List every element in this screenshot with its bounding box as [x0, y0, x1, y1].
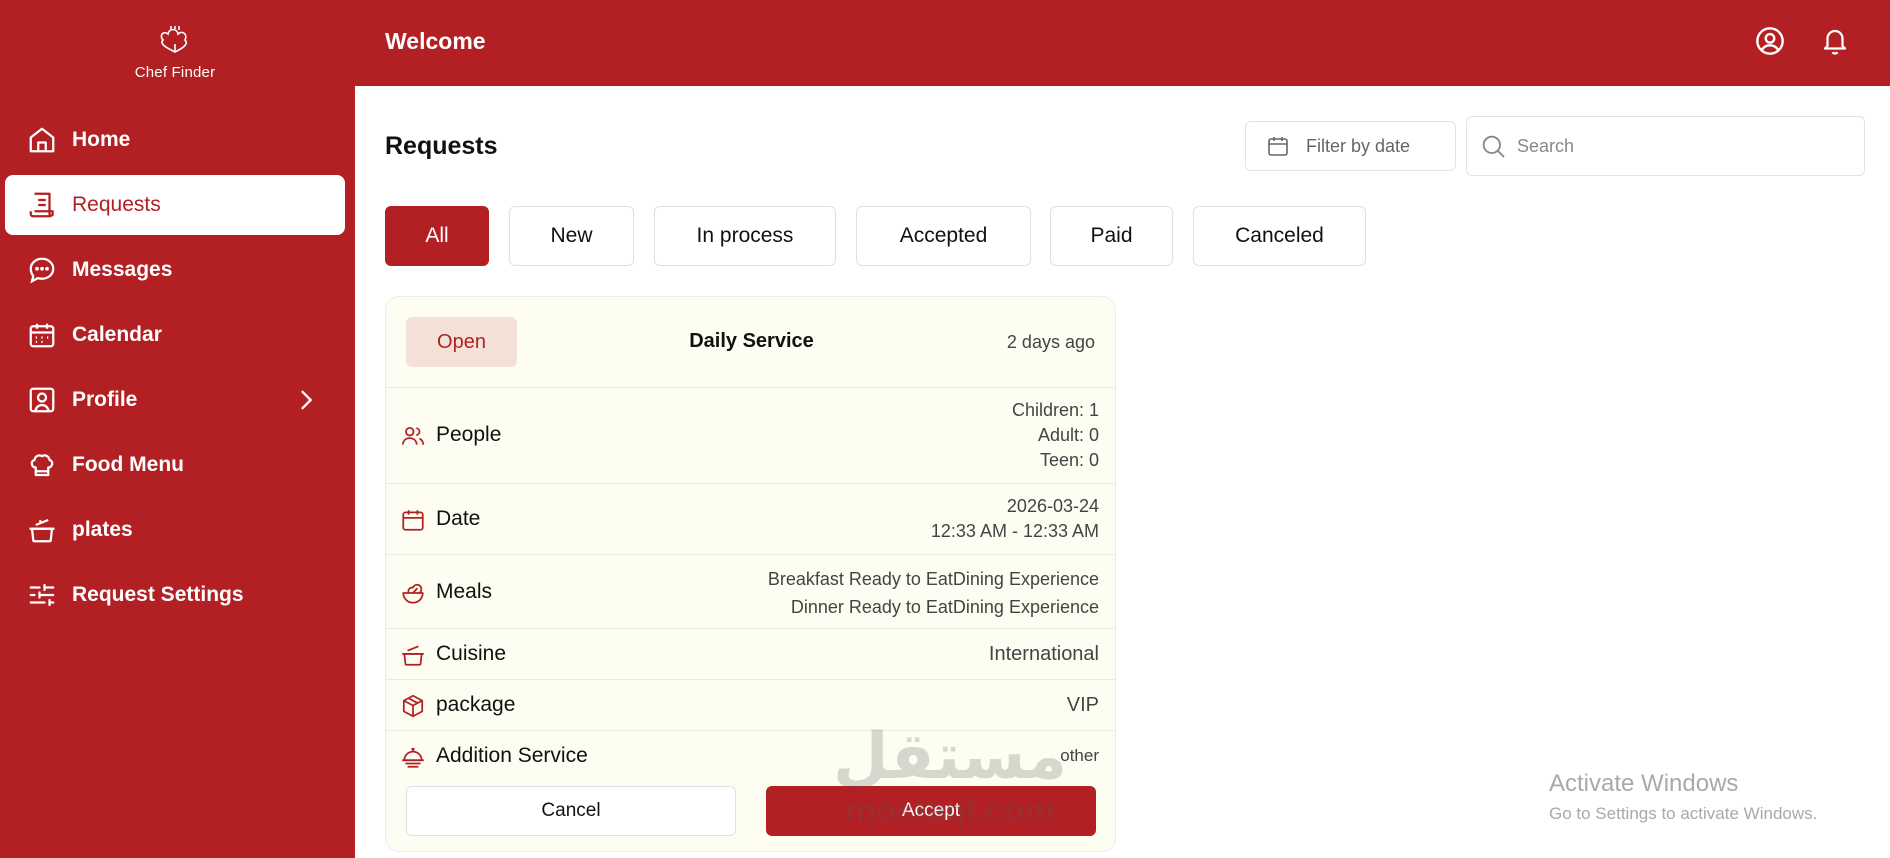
chevron-right-icon[interactable] [292, 386, 320, 414]
search-box [1466, 116, 1865, 176]
filter-by-date-button[interactable]: Filter by date [1245, 121, 1456, 171]
request-time-ago: 2 days ago [1006, 332, 1095, 352]
chef-hat-icon [26, 449, 58, 481]
row-values: other [1060, 743, 1099, 768]
row-value: Dinner Ready to EatDining Experience [790, 597, 1099, 617]
row-values: Breakfast Ready to EatDining Experience … [768, 565, 1099, 621]
sidebar-item-request-settings[interactable]: Request Settings [5, 565, 345, 625]
sidebar-item-calendar[interactable]: Calendar [5, 305, 345, 365]
sidebar: Chef Finder Home Requests Messages Calen… [0, 0, 355, 858]
sidebar-item-label: Request Settings [72, 583, 244, 606]
request-card: Open Daily Service 2 days ago People Chi… [385, 296, 1116, 852]
request-row-addition-service: Addition Service other [386, 731, 1115, 781]
activate-windows-subtitle: Go to Settings to activate Windows. [1549, 804, 1818, 823]
brand-name: Chef Finder [134, 64, 216, 81]
row-label: People [436, 423, 502, 446]
tab-accepted[interactable]: Accepted [856, 206, 1031, 266]
tab-in-process[interactable]: In process [654, 206, 836, 266]
tab-paid[interactable]: Paid [1050, 206, 1173, 266]
row-values: VIP [1067, 693, 1099, 718]
row-value: 2026-03-24 [1006, 496, 1099, 516]
request-row-package: package VIP [386, 680, 1115, 731]
sidebar-item-home[interactable]: Home [5, 110, 345, 170]
activate-windows-notice: Activate Windows Go to Settings to activ… [1549, 770, 1817, 824]
row-value: other [1060, 746, 1099, 765]
home-icon [26, 124, 58, 156]
brand-logo[interactable]: Chef Finder [0, 26, 350, 81]
sidebar-item-food-menu[interactable]: Food Menu [5, 435, 345, 495]
user-square-icon [26, 384, 58, 416]
dish-icon [400, 744, 426, 770]
row-value: Breakfast Ready to EatDining Experience [767, 569, 1099, 589]
sidebar-item-requests[interactable]: Requests [5, 175, 345, 235]
search-icon [1479, 132, 1507, 160]
row-values: 2026-03-24 12:33 AM - 12:33 AM [931, 494, 1099, 544]
salad-bowl-icon [400, 580, 426, 606]
user-circle-icon[interactable] [1752, 23, 1788, 59]
row-value: VIP [1066, 694, 1099, 716]
row-label: Cuisine [436, 642, 507, 665]
cooking-pot-icon [26, 514, 58, 546]
request-card-header: Open Daily Service 2 days ago [386, 297, 1115, 388]
tab-all[interactable]: All [385, 206, 489, 266]
sidebar-item-label: Home [72, 128, 131, 151]
calendar-icon [26, 319, 58, 351]
row-value: Teen: 0 [1039, 450, 1099, 470]
calendar-icon [400, 507, 426, 533]
sidebar-item-label: Requests [72, 193, 161, 216]
row-value: Adult: 0 [1037, 425, 1099, 445]
sidebar-item-profile[interactable]: Profile [5, 370, 345, 430]
tab-new[interactable]: New [509, 206, 634, 266]
row-value: International [988, 643, 1099, 665]
request-row-people: People Children: 1 Adult: 0 Teen: 0 [386, 388, 1115, 484]
row-value: Children: 1 [1011, 400, 1099, 420]
accept-button[interactable]: Accept [766, 786, 1096, 836]
page-title: Requests [385, 132, 498, 160]
receipt-icon [26, 189, 58, 221]
request-row-meals: Meals Breakfast Ready to EatDining Exper… [386, 555, 1115, 629]
search-input[interactable] [1517, 135, 1847, 157]
sidebar-item-label: Food Menu [72, 453, 184, 476]
sidebar-item-label: Messages [72, 258, 173, 281]
row-label: Meals [436, 580, 493, 603]
cancel-button[interactable]: Cancel [406, 786, 736, 836]
request-row-date: Date 2026-03-24 12:33 AM - 12:33 AM [386, 484, 1115, 555]
package-icon [400, 693, 426, 719]
activate-windows-title: Activate Windows [1549, 770, 1739, 797]
row-label: package [436, 693, 516, 716]
calendar-icon [1266, 134, 1290, 158]
row-values: International [989, 642, 1099, 667]
sidebar-item-label: plates [72, 518, 133, 541]
tab-canceled[interactable]: Canceled [1193, 206, 1366, 266]
sidebar-item-label: Calendar [72, 323, 162, 346]
sidebar-item-label: Profile [72, 388, 138, 411]
row-label: Date [436, 507, 481, 530]
filter-by-date-label: Filter by date [1306, 135, 1411, 156]
sliders-icon [26, 579, 58, 611]
row-label: Addition Service [436, 744, 588, 767]
cooking-pot-icon [400, 642, 426, 668]
row-values: Children: 1 Adult: 0 Teen: 0 [1012, 398, 1099, 473]
welcome-title: Welcome [385, 28, 486, 54]
sidebar-item-plates[interactable]: plates [5, 500, 345, 560]
chef-hat-logo-icon [155, 26, 195, 61]
top-bar: Welcome [355, 0, 1890, 86]
users-icon [400, 423, 426, 449]
chat-icon [26, 254, 58, 286]
request-row-cuisine: Cuisine International [386, 629, 1115, 680]
bell-icon[interactable] [1817, 23, 1853, 59]
sidebar-item-messages[interactable]: Messages [5, 240, 345, 300]
row-value: 12:33 AM - 12:33 AM [930, 521, 1099, 541]
